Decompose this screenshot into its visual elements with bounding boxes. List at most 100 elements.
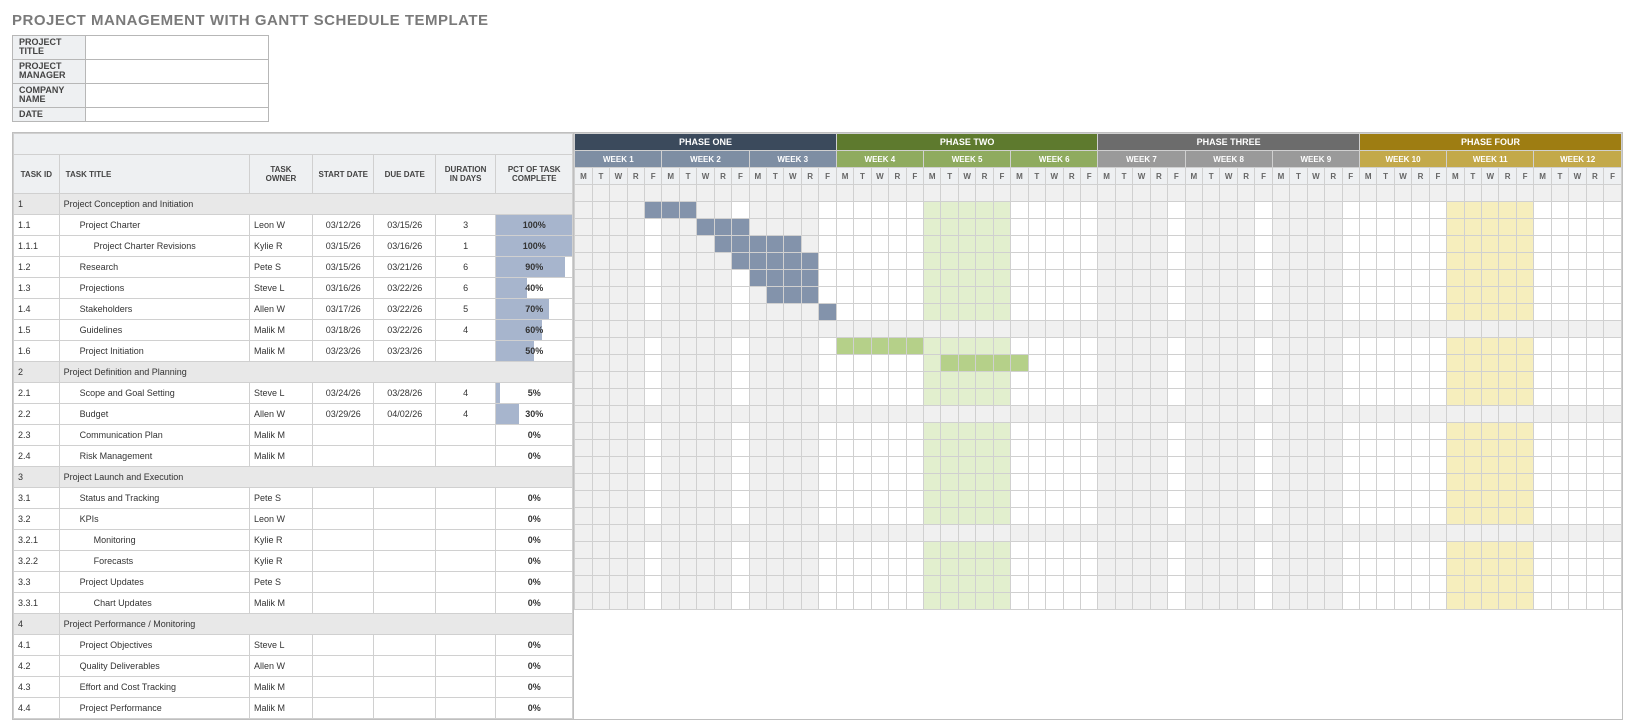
gantt-cell[interactable] [679, 593, 696, 610]
gantt-cell[interactable] [1011, 491, 1028, 508]
gantt-cell[interactable] [819, 287, 836, 304]
gantt-cell[interactable] [1516, 576, 1533, 593]
gantt-cell[interactable] [1133, 202, 1151, 219]
gantt-cell[interactable] [871, 270, 889, 287]
gantt-cell[interactable] [1080, 389, 1097, 406]
gantt-cell[interactable] [645, 576, 662, 593]
task-start[interactable] [312, 446, 374, 467]
gantt-cell[interactable] [1011, 542, 1028, 559]
task-duration[interactable]: 4 [436, 383, 496, 404]
gantt-cell[interactable] [889, 576, 906, 593]
gantt-cell[interactable] [941, 508, 958, 525]
gantt-cell[interactable] [645, 508, 662, 525]
gantt-cell[interactable] [1586, 321, 1603, 338]
gantt-cell[interactable] [1011, 508, 1028, 525]
task-due[interactable] [374, 656, 436, 677]
gantt-cell[interactable] [1046, 457, 1064, 474]
gantt-cell[interactable] [645, 457, 662, 474]
gantt-cell[interactable] [836, 304, 853, 321]
gantt-cell[interactable] [854, 542, 871, 559]
gantt-cell[interactable] [923, 491, 940, 508]
gantt-cell[interactable] [1412, 474, 1429, 491]
gantt-cell[interactable] [1499, 542, 1516, 559]
gantt-cell[interactable] [784, 559, 802, 576]
task-title[interactable]: Project Charter Revisions [59, 236, 249, 257]
gantt-cell[interactable] [1220, 202, 1238, 219]
gantt-cell[interactable] [854, 508, 871, 525]
gantt-cell[interactable] [767, 338, 784, 355]
gantt-cell[interactable] [592, 321, 609, 338]
gantt-cell[interactable] [1237, 559, 1254, 576]
gantt-cell[interactable] [1551, 185, 1568, 202]
gantt-cell[interactable] [1551, 508, 1568, 525]
gantt-cell[interactable] [1011, 406, 1028, 423]
gantt-cell[interactable] [1481, 593, 1499, 610]
gantt-cell[interactable] [1447, 542, 1464, 559]
gantt-cell[interactable] [784, 406, 802, 423]
gantt-cell[interactable] [1464, 508, 1481, 525]
gantt-cell[interactable] [906, 304, 923, 321]
gantt-cell[interactable] [1394, 593, 1412, 610]
gantt-cell[interactable] [1499, 389, 1516, 406]
gantt-cell[interactable] [1185, 474, 1202, 491]
gantt-cell[interactable] [801, 304, 818, 321]
gantt-cell[interactable] [1046, 406, 1064, 423]
gantt-cell[interactable] [714, 440, 731, 457]
gantt-cell[interactable] [627, 593, 644, 610]
gantt-cell[interactable] [1307, 542, 1325, 559]
gantt-cell[interactable] [1359, 389, 1376, 406]
gantt-cell[interactable] [1272, 253, 1289, 270]
gantt-cell[interactable] [854, 355, 871, 372]
gantt-cell[interactable] [1098, 389, 1115, 406]
gantt-cell[interactable] [1464, 219, 1481, 236]
gantt-cell[interactable] [575, 593, 592, 610]
gantt-cell[interactable] [1237, 185, 1254, 202]
gantt-cell[interactable] [1534, 185, 1551, 202]
gantt-cell[interactable] [1046, 270, 1064, 287]
gantt-cell[interactable] [1481, 338, 1499, 355]
gantt-cell[interactable] [1237, 304, 1254, 321]
gantt-cell[interactable] [662, 593, 679, 610]
gantt-cell[interactable] [1325, 236, 1342, 253]
gantt-cell[interactable] [1133, 440, 1151, 457]
gantt-cell[interactable] [784, 440, 802, 457]
task-title[interactable]: Forecasts [59, 551, 249, 572]
gantt-cell[interactable] [610, 372, 628, 389]
gantt-cell[interactable] [1499, 559, 1516, 576]
gantt-cell[interactable] [1220, 219, 1238, 236]
gantt-cell[interactable] [1429, 406, 1446, 423]
gantt-cell[interactable] [1203, 440, 1220, 457]
gantt-cell[interactable] [1429, 304, 1446, 321]
task-due[interactable] [374, 593, 436, 614]
task-start[interactable]: 03/29/26 [312, 404, 374, 425]
gantt-cell[interactable] [714, 406, 731, 423]
gantt-cell[interactable] [610, 321, 628, 338]
gantt-cell[interactable] [1586, 270, 1603, 287]
gantt-cell[interactable] [1272, 525, 1289, 542]
gantt-cell[interactable] [976, 338, 993, 355]
gantt-cell[interactable] [714, 202, 731, 219]
gantt-cell[interactable] [1412, 219, 1429, 236]
gantt-cell[interactable] [1516, 491, 1533, 508]
gantt-cell[interactable] [1168, 202, 1185, 219]
gantt-cell[interactable] [854, 287, 871, 304]
gantt-cell[interactable] [1325, 406, 1342, 423]
gantt-cell[interactable] [1342, 219, 1359, 236]
gantt-cell[interactable] [1011, 525, 1028, 542]
gantt-cell[interactable] [958, 423, 976, 440]
gantt-cell[interactable] [1307, 423, 1325, 440]
gantt-cell[interactable] [1046, 491, 1064, 508]
gantt-cell[interactable] [592, 474, 609, 491]
gantt-cell[interactable] [1290, 559, 1307, 576]
gantt-cell[interactable] [1325, 474, 1342, 491]
gantt-cell[interactable] [767, 440, 784, 457]
gantt-cell[interactable] [1586, 440, 1603, 457]
gantt-cell[interactable] [871, 219, 889, 236]
gantt-cell[interactable] [749, 576, 766, 593]
gantt-cell[interactable] [784, 355, 802, 372]
gantt-cell[interactable] [714, 593, 731, 610]
task-duration[interactable]: 3 [436, 215, 496, 236]
gantt-cell[interactable] [1429, 236, 1446, 253]
task-duration[interactable] [436, 446, 496, 467]
gantt-cell[interactable] [1133, 576, 1151, 593]
